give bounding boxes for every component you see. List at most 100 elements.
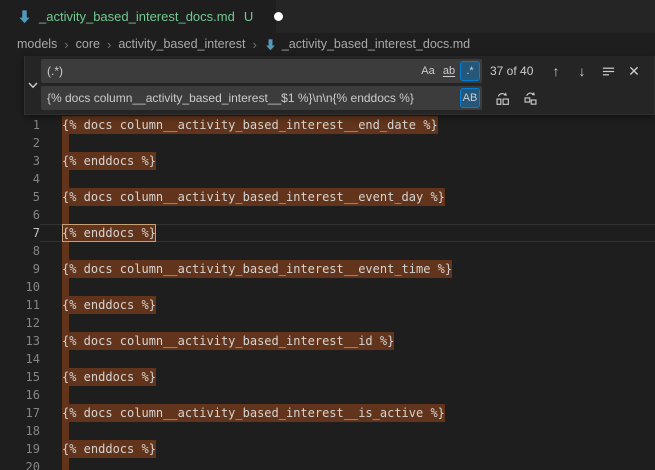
- replace-input-value: {% docs column__activity_based_interest_…: [47, 91, 459, 105]
- code-text: [40, 458, 655, 470]
- vscode-window: _activity_based_interest_docs.md U model…: [0, 0, 655, 470]
- code-line[interactable]: 2: [0, 134, 655, 152]
- line-number: 16: [0, 386, 40, 404]
- find-match-highlight: [62, 314, 69, 332]
- line-number: 6: [0, 206, 40, 224]
- match-case-button[interactable]: Aa: [418, 61, 438, 81]
- code-line[interactable]: 4: [0, 170, 655, 188]
- code-line[interactable]: 16: [0, 386, 655, 404]
- code-text: {% docs column__activity_based_interest_…: [40, 116, 655, 134]
- find-match-highlight: {% enddocs %}: [62, 296, 156, 314]
- code-line[interactable]: 17 {% docs column__activity_based_interes…: [0, 404, 655, 422]
- find-match-highlight: [62, 350, 69, 368]
- find-match-highlight: [62, 278, 69, 296]
- find-input-value: (.*): [47, 64, 417, 78]
- code-text: [40, 386, 655, 404]
- find-match-highlight: [62, 242, 69, 260]
- find-match-highlight: [62, 458, 69, 470]
- breadcrumb-item-file[interactable]: _activity_based_interest_docs.md: [264, 37, 470, 51]
- code-line[interactable]: 8: [0, 242, 655, 260]
- code-line[interactable]: 7{% enddocs %}: [0, 224, 655, 242]
- code-text: [40, 134, 655, 152]
- line-number: 1: [0, 116, 40, 134]
- code-line[interactable]: 11 {% enddocs %}: [0, 296, 655, 314]
- code-text: [40, 206, 655, 224]
- breadcrumb: models › core › activity_based_interest …: [0, 33, 655, 55]
- code-line[interactable]: 13{% docs column__activity_based_interes…: [0, 332, 655, 350]
- find-match-highlight: {% docs column__activity_based_interest_…: [62, 332, 394, 350]
- find-match-highlight: {% enddocs %}: [62, 368, 156, 386]
- find-row: (.*) Aa ab .* 37 of 40 ↑ ↓: [41, 59, 650, 83]
- find-match-highlight: [62, 422, 69, 440]
- line-number: 2: [0, 134, 40, 152]
- code-line[interactable]: 10: [0, 278, 655, 296]
- code-line[interactable]: 12: [0, 314, 655, 332]
- line-number: 5: [0, 188, 40, 206]
- code-text: {% docs column__activity_based_interest_…: [40, 260, 655, 278]
- find-match-highlight: {% docs column__activity_based_interest_…: [62, 188, 445, 206]
- whole-word-button[interactable]: ab: [439, 61, 459, 81]
- regex-button[interactable]: .*: [460, 61, 480, 81]
- line-number: 15: [0, 368, 40, 386]
- code-line[interactable]: 18: [0, 422, 655, 440]
- find-widget-rows: (.*) Aa ab .* 37 of 40 ↑ ↓: [41, 56, 654, 114]
- toggle-replace-button[interactable]: [25, 56, 41, 114]
- replace-all-button[interactable]: [520, 88, 540, 108]
- code-line[interactable]: 3{% enddocs %}: [0, 152, 655, 170]
- breadcrumb-item-activity-based-interest[interactable]: activity_based_interest: [118, 37, 245, 51]
- editor-tab[interactable]: _activity_based_interest_docs.md U: [0, 0, 276, 33]
- code-line[interactable]: 6: [0, 206, 655, 224]
- preserve-case-button[interactable]: AB: [460, 88, 480, 108]
- code-line[interactable]: 5 {% docs column__activity_based_interest…: [0, 188, 655, 206]
- code-text: [40, 314, 655, 332]
- dbt-file-icon: [264, 38, 277, 51]
- line-number: 20: [0, 458, 40, 470]
- find-match-highlight: {% docs column__activity_based_interest_…: [62, 404, 445, 422]
- find-match-highlight: [62, 170, 69, 188]
- code-text: {% enddocs %}: [40, 440, 655, 458]
- find-replace-widget: (.*) Aa ab .* 37 of 40 ↑ ↓: [24, 56, 655, 115]
- find-match-highlight: [62, 386, 69, 404]
- git-status-badge: U: [244, 9, 253, 24]
- line-number: 9: [0, 260, 40, 278]
- code-text: {% enddocs %}: [40, 224, 655, 242]
- code-line[interactable]: 1{% docs column__activity_based_interest…: [0, 116, 655, 134]
- next-match-button[interactable]: ↓: [572, 61, 592, 81]
- previous-match-button[interactable]: ↑: [546, 61, 566, 81]
- line-number: 19: [0, 440, 40, 458]
- line-number: 11: [0, 296, 40, 314]
- chevron-right-icon: ›: [64, 37, 68, 52]
- code-line[interactable]: 15 {% enddocs %}: [0, 368, 655, 386]
- close-icon[interactable]: ✕: [624, 61, 644, 81]
- breadcrumb-item-models[interactable]: models: [17, 37, 57, 51]
- code-line[interactable]: 19 {% enddocs %}: [0, 440, 655, 458]
- line-number: 3: [0, 152, 40, 170]
- replace-input[interactable]: {% docs column__activity_based_interest_…: [41, 86, 482, 110]
- code-line[interactable]: 20: [0, 458, 655, 470]
- find-actions: ↑ ↓ ✕: [546, 61, 644, 81]
- breadcrumb-item-core[interactable]: core: [76, 37, 100, 51]
- line-number: 8: [0, 242, 40, 260]
- code-text: [40, 242, 655, 260]
- code-line[interactable]: 14: [0, 350, 655, 368]
- code-text: {% enddocs %}: [40, 368, 655, 386]
- code-line[interactable]: 9 {% docs column__activity_based_interest…: [0, 260, 655, 278]
- chevron-right-icon: ›: [107, 37, 111, 52]
- code-text: [40, 422, 655, 440]
- find-input[interactable]: (.*) Aa ab .*: [41, 59, 482, 83]
- replace-actions: [492, 88, 540, 108]
- editor-lines: 1{% docs column__activity_based_interest…: [0, 116, 655, 470]
- line-number: 17: [0, 404, 40, 422]
- replace-row: {% docs column__activity_based_interest_…: [41, 86, 650, 110]
- code-text: {% enddocs %}: [40, 152, 655, 170]
- tab-bar: _activity_based_interest_docs.md U: [0, 0, 655, 33]
- editor-pane[interactable]: (.*) Aa ab .* 37 of 40 ↑ ↓: [0, 55, 655, 470]
- line-number: 12: [0, 314, 40, 332]
- replace-button[interactable]: [492, 88, 512, 108]
- unsaved-changes-dot[interactable]: [274, 12, 283, 21]
- line-number: 4: [0, 170, 40, 188]
- find-match-highlight: {% docs column__activity_based_interest_…: [62, 260, 452, 278]
- find-match-highlight: {% enddocs %}: [62, 440, 156, 458]
- code-text: {% docs column__activity_based_interest_…: [40, 332, 655, 350]
- find-in-selection-button[interactable]: [598, 61, 618, 81]
